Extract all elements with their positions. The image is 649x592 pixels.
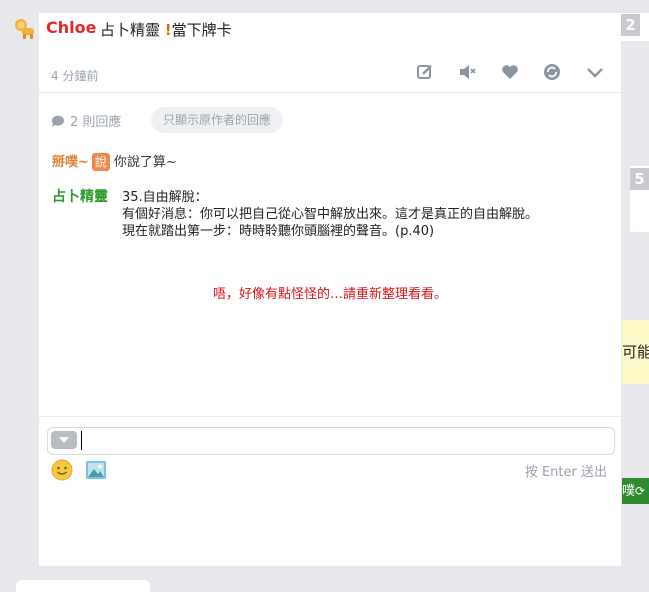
response-line: 有個好消息：你可以把自己從心智中解放出來。這才是真正的自由解脫。 bbox=[122, 207, 539, 222]
side-green-text: 噗 bbox=[622, 484, 636, 499]
plurk-panel: Chloe 占卜精靈 !當下牌卡 4 分鐘前 2 則回應 只顯示原作者的回應 掰… bbox=[15, 13, 622, 566]
comment-icon bbox=[51, 115, 64, 127]
more-icon[interactable] bbox=[584, 61, 606, 83]
enter-to-send-hint: 按 Enter 送出 bbox=[524, 465, 607, 480]
qualifier-dropdown-button[interactable] bbox=[51, 431, 77, 449]
edit-icon[interactable] bbox=[414, 61, 436, 83]
owner-only-filter-button[interactable]: 只顯示原作者的回應 bbox=[151, 107, 284, 133]
replurk-icon[interactable] bbox=[541, 61, 563, 83]
emoticon-icon[interactable] bbox=[51, 459, 73, 481]
plurk-text-excl: ! bbox=[164, 21, 172, 39]
text-caret bbox=[81, 431, 82, 450]
bottom-card bbox=[16, 580, 150, 592]
plurk-header: Chloe 占卜精靈 !當下牌卡 bbox=[15, 13, 621, 43]
response-content: 你說了算~ bbox=[113, 155, 177, 170]
plurk-text-after: 當下牌卡 bbox=[171, 21, 232, 39]
composer-divider bbox=[39, 416, 621, 417]
responses-bar: 2 則回應 只顯示原作者的回應 bbox=[51, 107, 611, 133]
plurk-text-before: 占卜精靈 bbox=[100, 21, 165, 39]
avatar[interactable] bbox=[12, 16, 36, 40]
response-line: 35.自由解脫： bbox=[122, 190, 208, 205]
response-author[interactable]: 占卜精靈 bbox=[52, 189, 122, 240]
author-name[interactable]: Chloe bbox=[46, 18, 96, 37]
side-badge-mid: 5 bbox=[630, 168, 649, 190]
response-item: 占卜精靈 35.自由解脫： 有個好消息：你可以把自己從心智中解放出來。這才是真正… bbox=[52, 189, 622, 240]
side-note: 可能 bbox=[622, 320, 649, 384]
plurk-content: 占卜精靈 !當下牌卡 bbox=[100, 19, 232, 40]
chevron-down-icon bbox=[59, 437, 69, 443]
image-upload-icon[interactable] bbox=[85, 459, 107, 481]
response-count: 2 則回應 bbox=[51, 111, 121, 130]
header-divider bbox=[39, 92, 621, 93]
response-input[interactable] bbox=[47, 427, 615, 455]
response-count-label: 2 則回應 bbox=[70, 115, 122, 130]
qualifier-badge: 說 bbox=[91, 153, 110, 171]
meta-row: 4 分鐘前 bbox=[39, 57, 621, 91]
side-badge-top: 2 bbox=[621, 14, 640, 36]
response-item: 掰噗~ 說你說了算~ bbox=[52, 153, 177, 171]
post-time[interactable]: 4 分鐘前 bbox=[51, 67, 98, 84]
like-icon[interactable] bbox=[499, 61, 521, 83]
mute-icon[interactable] bbox=[456, 61, 478, 83]
response-line: 現在就踏出第一步：時時聆聽你頭腦裡的聲音。(p.40) bbox=[122, 224, 435, 239]
response-content: 35.自由解脫： 有個好消息：你可以把自己從心智中解放出來。這才是真正的自由解脫… bbox=[122, 189, 622, 240]
response-author[interactable]: 掰噗~ bbox=[52, 155, 89, 170]
side-green-tag: 噗⟳ bbox=[622, 478, 649, 504]
error-message: 唔，好像有點怪怪的…請重新整理看看。 bbox=[212, 287, 447, 302]
refresh-icon: ⟳ bbox=[635, 484, 646, 498]
